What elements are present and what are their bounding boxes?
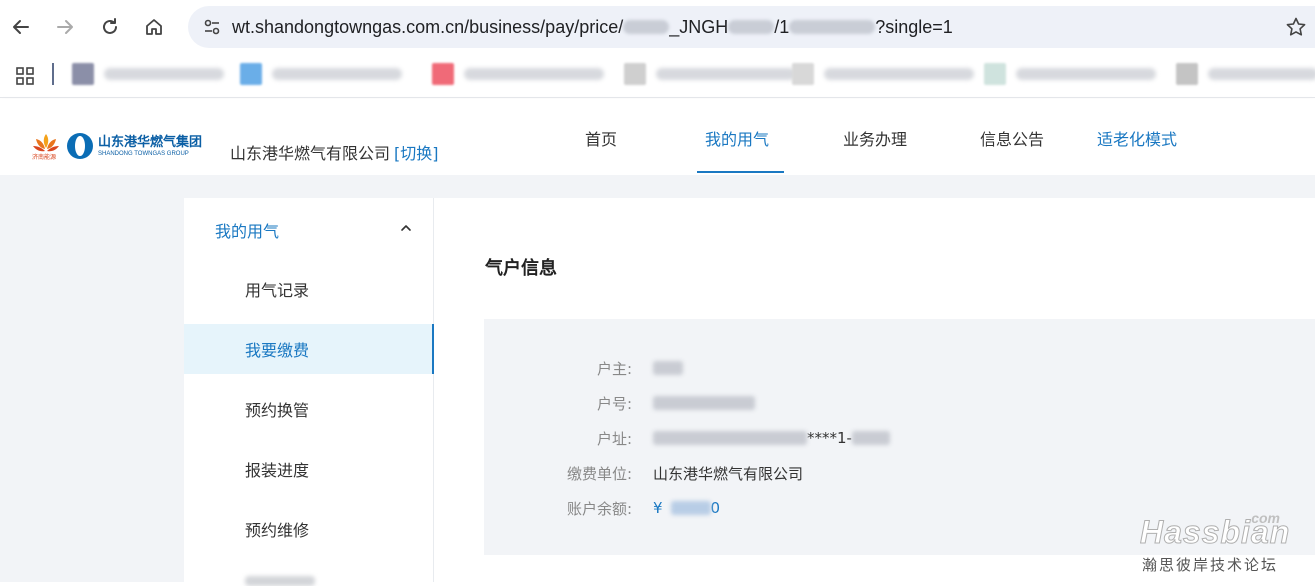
bookmark-item[interactable] bbox=[792, 62, 974, 86]
sidebar-item-label: 预约换管 bbox=[245, 401, 310, 420]
lotus-caption: 济南能源 bbox=[32, 154, 57, 161]
url-end: ?single=1 bbox=[875, 16, 953, 37]
balance-tail: 0 bbox=[710, 499, 721, 517]
url-start: wt.shandongtowngas.com.cn/business/pay/p… bbox=[232, 16, 624, 37]
sidebar-item-label: 报装进度 bbox=[245, 461, 310, 480]
sidebar-item-partial[interactable] bbox=[245, 576, 315, 586]
watermark-main: Hassbian bbox=[1139, 514, 1291, 551]
nav-active-underline bbox=[697, 171, 784, 173]
nav-business[interactable]: 业务办理 bbox=[843, 126, 907, 150]
bookmark-item[interactable] bbox=[72, 62, 224, 86]
url-redacted-1 bbox=[623, 20, 670, 34]
pay-unit-label: 缴费单位: bbox=[566, 464, 632, 483]
url-redacted-3 bbox=[789, 20, 876, 34]
sidebar-item-label: 用气记录 bbox=[245, 281, 310, 300]
forward-button[interactable] bbox=[42, 0, 88, 54]
bookmark-item[interactable] bbox=[1176, 62, 1315, 86]
pay-unit-row: 缴费单位: 山东港华燃气有限公司 bbox=[484, 461, 1315, 485]
forum-watermark: .com Hassbian 瀚思彼岸技术论坛 bbox=[1138, 510, 1298, 578]
currency-symbol: ¥ bbox=[653, 499, 663, 517]
address-visible-text: ****1- bbox=[807, 429, 852, 447]
company-name-text: 山东港华燃气有限公司 bbox=[230, 144, 391, 163]
sidebar-item-label: 预约维修 bbox=[245, 521, 310, 540]
url-redacted-2 bbox=[728, 20, 775, 34]
sidebar-item-install-progress[interactable]: 报装进度 bbox=[184, 444, 434, 494]
logo-name-cn: 山东港华燃气集团 bbox=[98, 134, 203, 150]
balance-label: 账户余额: bbox=[566, 499, 632, 518]
bookmark-star-icon[interactable] bbox=[1285, 16, 1307, 38]
sidebar-group-my-gas[interactable]: 我的用气 bbox=[215, 218, 279, 242]
company-switch-link[interactable]: [切换] bbox=[394, 144, 439, 163]
site-logo[interactable]: 济南能源 山东港华燃气集团 SHANDONG TOWNGAS GROUP bbox=[31, 131, 202, 161]
owner-label: 户主: bbox=[596, 359, 632, 378]
reload-button[interactable] bbox=[88, 0, 132, 54]
back-button[interactable] bbox=[0, 0, 42, 54]
watermark-sub: 瀚思彼岸技术论坛 bbox=[1142, 556, 1279, 574]
balance-value: ¥0 bbox=[653, 499, 720, 517]
account-number-value bbox=[653, 396, 755, 410]
nav-my-gas[interactable]: 我的用气 bbox=[705, 126, 769, 150]
pay-unit-value: 山东港华燃气有限公司 bbox=[653, 464, 804, 483]
url-mid: _JNGH bbox=[669, 16, 729, 37]
account-number-row: 户号: bbox=[484, 391, 1315, 415]
site-info-button[interactable] bbox=[192, 6, 232, 48]
home-icon bbox=[146, 19, 162, 35]
chevron-up-icon[interactable] bbox=[400, 224, 412, 232]
nav-notice[interactable]: 信息公告 bbox=[980, 126, 1044, 150]
reload-icon bbox=[103, 18, 117, 34]
bookmark-item[interactable] bbox=[432, 62, 604, 86]
site-header: 济南能源 山东港华燃气集团 SHANDONG TOWNGAS GROUP 山东港… bbox=[0, 99, 1315, 175]
forward-arrow-icon bbox=[57, 20, 73, 34]
bookmarks-bar bbox=[0, 54, 1315, 98]
home-button[interactable] bbox=[132, 0, 176, 54]
tune-icon bbox=[204, 19, 220, 35]
sidebar-item-repair[interactable]: 预约维修 bbox=[184, 504, 434, 554]
bookmark-item[interactable] bbox=[984, 62, 1156, 86]
bookmark-item[interactable] bbox=[624, 62, 796, 86]
account-info-title: 气户信息 bbox=[485, 258, 557, 279]
address-bar[interactable]: wt.shandongtowngas.com.cn/business/pay/p… bbox=[188, 6, 1315, 48]
owner-value bbox=[653, 361, 683, 375]
bookmark-item[interactable] bbox=[240, 62, 402, 86]
apps-grid-icon[interactable] bbox=[15, 66, 35, 86]
account-number-label: 户号: bbox=[596, 394, 632, 413]
url-mid2: /1 bbox=[774, 16, 790, 37]
bookmarks-separator bbox=[52, 63, 54, 85]
back-arrow-icon bbox=[13, 20, 29, 34]
nav-elderly-mode[interactable]: 适老化模式 bbox=[1097, 126, 1177, 150]
address-label: 户址: bbox=[596, 429, 632, 448]
towngas-flame-icon bbox=[67, 133, 93, 159]
address-value: ****1- bbox=[653, 429, 890, 447]
sidebar-item-pay[interactable]: 我要缴费 bbox=[184, 324, 435, 374]
sidebar: 我的用气 用气记录 我要缴费 预约换管 报装进度 预约维修 bbox=[184, 198, 435, 586]
sidebar-item-gas-records[interactable]: 用气记录 bbox=[184, 264, 434, 314]
owner-row: 户主: bbox=[484, 356, 1315, 380]
logo-name-en: SHANDONG TOWNGAS GROUP bbox=[98, 150, 189, 157]
sidebar-item-pipe-replace[interactable]: 预约换管 bbox=[184, 384, 434, 434]
address-row: 户址: ****1- bbox=[484, 426, 1315, 450]
company-name: 山东港华燃气有限公司 [切换] bbox=[230, 140, 439, 164]
lotus-logo-icon: 济南能源 bbox=[31, 131, 61, 161]
url-text: wt.shandongtowngas.com.cn/business/pay/p… bbox=[232, 17, 953, 38]
sidebar-item-label: 我要缴费 bbox=[245, 341, 310, 360]
